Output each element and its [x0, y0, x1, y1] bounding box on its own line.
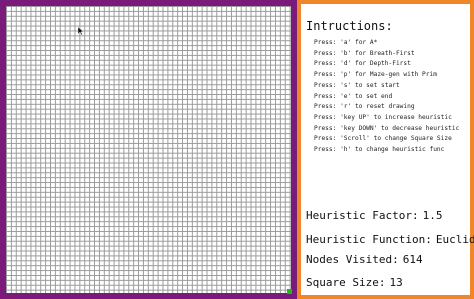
heuristic-factor-stat: Heuristic Factor: 1.5 — [306, 209, 442, 222]
square-grid[interactable] — [6, 6, 291, 293]
square-size-stat: Square Size: 13 — [306, 276, 403, 289]
instructions-list: Press: 'a' for A* Press: 'b' for Breath-… — [314, 38, 459, 156]
instruction-item: Press: 'r' to reset drawing — [314, 103, 415, 111]
instructions-title: Intructions: — [306, 19, 393, 33]
square-size-value: 13 — [389, 276, 403, 289]
heuristic-function-stat: Heuristic Function:Euclidian — [306, 233, 474, 246]
instruction-item: Press: 'e' to set end — [314, 92, 393, 100]
end-node[interactable] — [287, 289, 292, 294]
instruction-item: Press: 'p' for Maze-gen with Prim — [314, 71, 437, 79]
heuristic-factor-label: Heuristic Factor: — [306, 209, 419, 222]
instruction-item: Press: 'd' for Depth-First — [314, 60, 411, 68]
heuristic-function-value: Euclidian — [435, 233, 474, 246]
instruction-item: Press: 'h' to change heuristic func — [314, 146, 445, 154]
instruction-item: Press: 'key DOWN' to decrease heuristic — [314, 124, 460, 132]
heuristic-factor-value: 1.5 — [422, 209, 443, 222]
heuristic-function-label: Heuristic Function: — [306, 233, 432, 246]
instruction-item: Press: 's' to set start — [314, 81, 400, 89]
nodes-visited-label: Nodes Visited: — [306, 253, 399, 266]
instruction-item: Press: 'b' for Breath-First — [314, 49, 415, 57]
instruction-item: Press: 'a' for A* — [314, 39, 378, 46]
instruction-item: Press: 'Scroll' to change Square Size — [314, 135, 452, 143]
pathfinding-app: Intructions: Press: 'a' for A* Press: 'b… — [0, 0, 474, 299]
info-panel: Intructions: Press: 'a' for A* Press: 'b… — [297, 0, 474, 299]
grid-panel — [0, 0, 297, 299]
square-size-label: Square Size: — [306, 276, 386, 289]
nodes-visited-stat: Nodes Visited: 614 — [306, 253, 423, 266]
mouse-pointer-icon — [78, 27, 84, 35]
instruction-item: Press: 'key UP' to increase heuristic — [314, 113, 452, 121]
nodes-visited-value: 614 — [402, 253, 423, 266]
